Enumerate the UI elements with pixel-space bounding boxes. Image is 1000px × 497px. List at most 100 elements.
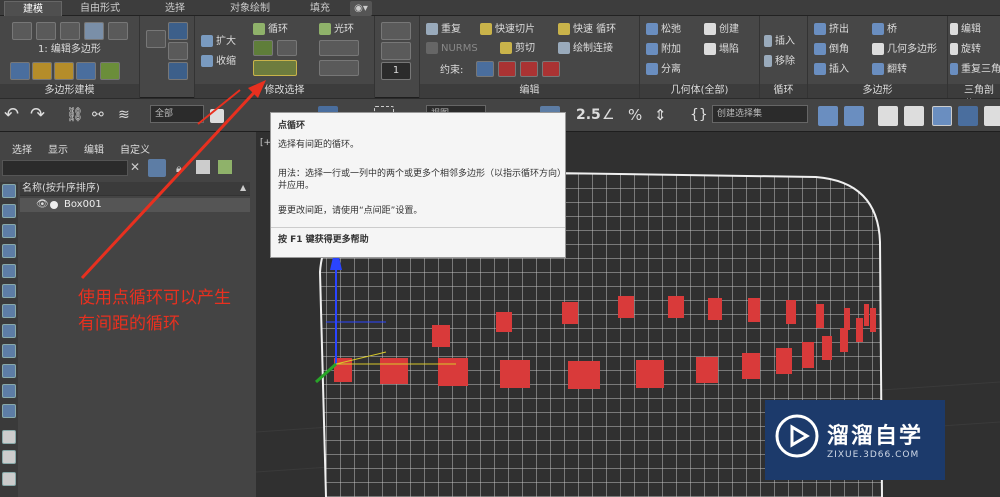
attach-button[interactable]: 附加 bbox=[646, 42, 681, 58]
quickslice-button[interactable]: 快速切片 bbox=[480, 22, 535, 38]
extrude-button[interactable]: 挤出 bbox=[814, 22, 849, 38]
select-object-icon[interactable] bbox=[210, 109, 224, 123]
dot-ring-button[interactable] bbox=[319, 60, 359, 76]
spinner-snap-icon[interactable]: ⇕ bbox=[654, 106, 674, 126]
helper-filter-icon[interactable] bbox=[2, 264, 16, 278]
stack-icon-1[interactable] bbox=[10, 62, 30, 80]
collapse-button[interactable]: 塌陷 bbox=[704, 42, 739, 58]
flip-button[interactable]: 翻转 bbox=[872, 62, 907, 78]
menu-select[interactable]: 选择 bbox=[12, 141, 32, 156]
paint-connect-button[interactable]: 绘制连接 bbox=[558, 41, 613, 57]
grow-button[interactable]: 扩大 bbox=[201, 34, 236, 50]
xref-filter-icon[interactable] bbox=[2, 324, 16, 338]
container-filter-icon[interactable] bbox=[2, 364, 16, 378]
menu-edit[interactable]: 编辑 bbox=[84, 141, 104, 156]
shrink-button[interactable]: 收缩 bbox=[201, 54, 236, 70]
edge-mode-icon[interactable] bbox=[36, 22, 56, 40]
scene-explorer-icon[interactable] bbox=[904, 106, 924, 126]
frozen-filter-icon[interactable] bbox=[2, 384, 16, 398]
visibility-eye-icon[interactable]: 👁︎ bbox=[36, 198, 49, 212]
loop-shrink-icon[interactable] bbox=[277, 40, 297, 56]
spacewarp-filter-icon[interactable] bbox=[2, 284, 16, 298]
tab-more-icon[interactable]: ◉▾ bbox=[350, 1, 372, 16]
ribbon-toggle-icon[interactable] bbox=[932, 106, 952, 126]
inset-button[interactable]: 插入 bbox=[814, 62, 849, 78]
hierarchy-icon[interactable] bbox=[196, 160, 210, 174]
tool-c-icon[interactable] bbox=[168, 42, 188, 60]
tab-populate[interactable]: 填充 bbox=[300, 1, 340, 16]
ring-button[interactable]: 光环 bbox=[319, 22, 354, 38]
swiftloop-button[interactable]: 快速 循环 bbox=[558, 22, 616, 38]
constraint-face-icon[interactable] bbox=[520, 61, 538, 77]
undo-icon[interactable]: ↶ bbox=[4, 106, 24, 126]
paint-2-icon[interactable] bbox=[381, 42, 411, 60]
loop-grow-icon[interactable] bbox=[253, 40, 273, 56]
invert-display-icon[interactable] bbox=[2, 472, 16, 486]
tab-object-paint[interactable]: 对象绘制 bbox=[215, 1, 285, 16]
stack-icon-5[interactable] bbox=[100, 62, 120, 80]
stack-icon-3[interactable] bbox=[54, 62, 74, 80]
element-mode-icon[interactable] bbox=[108, 22, 128, 40]
nurms-button[interactable]: NURMS bbox=[426, 41, 478, 57]
ring-spinner[interactable] bbox=[319, 40, 359, 56]
create-button[interactable]: 创建 bbox=[704, 22, 739, 38]
retriangulate-button[interactable]: 重复三角 bbox=[950, 62, 1000, 78]
bridge-button[interactable]: 桥 bbox=[872, 22, 897, 38]
curve-editor-icon[interactable] bbox=[958, 106, 978, 126]
align-icon[interactable] bbox=[844, 106, 864, 126]
count-spinner[interactable]: 1 bbox=[381, 62, 411, 80]
snap-toggle-icon[interactable]: 2.5 bbox=[576, 106, 601, 126]
camera-filter-icon[interactable] bbox=[2, 244, 16, 258]
scene-row-box001[interactable]: 👁︎ Box001 bbox=[20, 198, 250, 212]
loop-button[interactable]: 循环 bbox=[253, 22, 288, 38]
bevel-button[interactable]: 倒角 bbox=[814, 42, 849, 58]
edit-named-sel-icon[interactable]: {} bbox=[690, 106, 710, 126]
clear-search-icon[interactable]: ✕ bbox=[130, 160, 140, 174]
hidden-filter-icon[interactable] bbox=[2, 404, 16, 418]
menu-display[interactable]: 显示 bbox=[48, 141, 68, 156]
constraint-none-icon[interactable] bbox=[476, 61, 494, 77]
tab-freeform[interactable]: 自由形式 bbox=[70, 1, 130, 16]
search-input[interactable] bbox=[2, 160, 128, 176]
vertex-mode-icon[interactable] bbox=[12, 22, 32, 40]
paint-icon[interactable] bbox=[381, 22, 411, 40]
unlink-icon[interactable]: ⚯ bbox=[92, 106, 112, 126]
bind-spacewarp-icon[interactable]: ≋ bbox=[118, 106, 138, 126]
tab-modeling[interactable]: 建模 bbox=[4, 1, 62, 16]
layer-manager-icon[interactable] bbox=[878, 106, 898, 126]
filter-icon[interactable] bbox=[148, 159, 166, 177]
geopoly-button[interactable]: 几何多边形 bbox=[872, 42, 937, 58]
constraint-normal-icon[interactable] bbox=[542, 61, 560, 77]
insert-loop-button[interactable]: 插入 bbox=[764, 34, 795, 50]
shape-filter-icon[interactable] bbox=[2, 204, 16, 218]
display-none-icon[interactable] bbox=[2, 450, 16, 464]
detach-button[interactable]: 分离 bbox=[646, 62, 681, 78]
stack-icon-4[interactable] bbox=[76, 62, 96, 80]
menu-customize[interactable]: 自定义 bbox=[120, 141, 150, 156]
selection-filter-dropdown[interactable]: 全部 bbox=[150, 105, 204, 123]
link-icon[interactable]: ⛓ bbox=[66, 106, 86, 126]
spin-button[interactable]: 旋转 bbox=[950, 42, 981, 58]
repeat-button[interactable]: 重复 bbox=[426, 22, 461, 38]
tab-selection[interactable]: 选择 bbox=[150, 1, 200, 16]
relax-button[interactable]: 松弛 bbox=[646, 22, 681, 38]
sort-header[interactable]: 名称(按升序排序) bbox=[20, 182, 250, 196]
light-filter-icon[interactable] bbox=[2, 224, 16, 238]
tool-a-icon[interactable] bbox=[146, 30, 166, 48]
percent-snap-icon[interactable]: % bbox=[628, 106, 648, 126]
border-mode-icon[interactable] bbox=[60, 22, 80, 40]
layer-icon[interactable] bbox=[218, 160, 232, 174]
mirror-icon[interactable] bbox=[818, 106, 838, 126]
angle-snap-icon[interactable]: ∠ bbox=[602, 106, 622, 126]
polygon-mode-icon[interactable] bbox=[84, 22, 104, 40]
named-selection-dropdown[interactable]: 创建选择集 bbox=[712, 105, 808, 123]
schematic-view-icon[interactable] bbox=[984, 106, 1000, 126]
cut-button[interactable]: 剪切 bbox=[500, 41, 535, 57]
tool-b-icon[interactable] bbox=[168, 22, 188, 40]
group-filter-icon[interactable] bbox=[2, 304, 16, 318]
redo-icon[interactable]: ↷ bbox=[30, 106, 50, 126]
display-all-icon[interactable] bbox=[2, 430, 16, 444]
geometry-filter-icon[interactable] bbox=[2, 184, 16, 198]
bone-filter-icon[interactable] bbox=[2, 344, 16, 358]
dot-loop-button[interactable] bbox=[253, 60, 297, 76]
